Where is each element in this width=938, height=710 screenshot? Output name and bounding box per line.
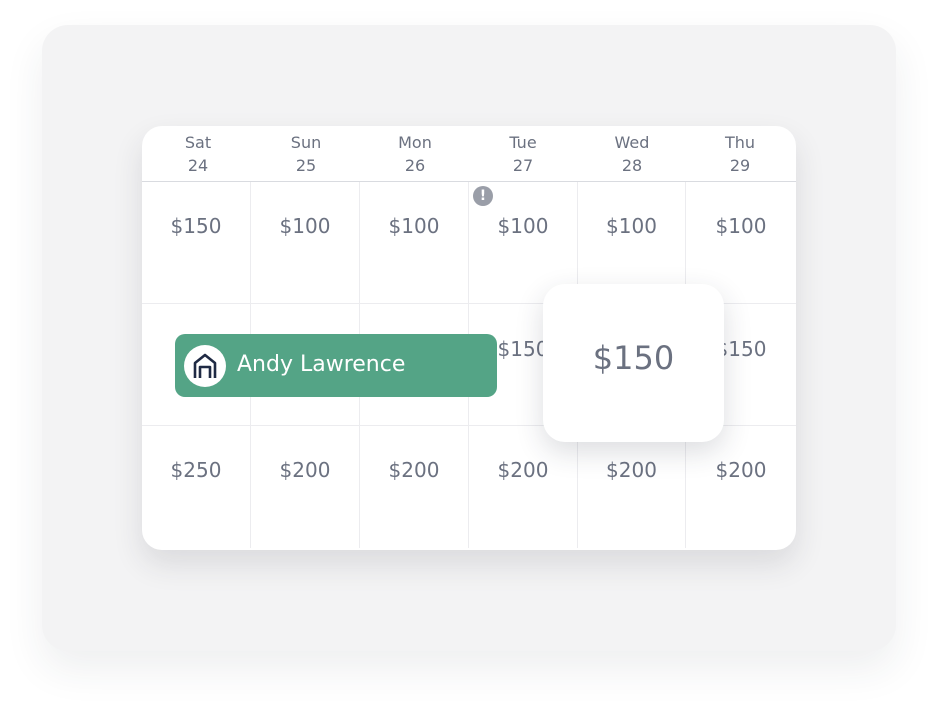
price-cell[interactable]: $200 — [360, 426, 469, 548]
day-date: 24 — [187, 156, 209, 175]
price-cell[interactable]: $200 — [251, 426, 360, 548]
day-header-wed[interactable]: Wed 28 — [578, 131, 686, 177]
calendar-header: Sat 24 Sun 25 Mon 26 Tue 27 Wed 28 Thu 2… — [142, 126, 796, 182]
price-cell[interactable]: $200 — [578, 426, 686, 548]
day-name: Tue — [509, 133, 537, 152]
price-value: $100 — [497, 214, 549, 238]
price-value: $150 — [170, 214, 222, 238]
day-date: 28 — [621, 156, 643, 175]
price-cell[interactable]: $200 — [469, 426, 578, 548]
guest-name: Andy Lawrence — [237, 352, 406, 377]
price-cell[interactable]: $150 — [142, 182, 251, 304]
price-popup[interactable]: $150 — [543, 284, 724, 442]
day-header-sun[interactable]: Sun 25 — [252, 131, 360, 177]
price-value: $250 — [170, 458, 222, 482]
price-value: $200 — [279, 458, 331, 482]
day-name: Mon — [398, 133, 432, 152]
price-cell[interactable]: $100 — [251, 182, 360, 304]
price-cell[interactable]: $250 — [142, 426, 251, 548]
price-value: $100 — [279, 214, 331, 238]
price-value: $200 — [606, 458, 657, 482]
day-header-mon[interactable]: Mon 26 — [361, 131, 469, 177]
house-icon — [193, 353, 217, 378]
price-value: $200 — [715, 458, 767, 482]
day-header-sat[interactable]: Sat 24 — [144, 131, 252, 177]
price-cell[interactable]: $100 — [360, 182, 469, 304]
price-value: $200 — [388, 458, 440, 482]
popup-price: $150 — [592, 339, 675, 377]
booking-bar[interactable]: Andy Lawrence — [175, 334, 497, 397]
price-cell[interactable]: $200 — [686, 426, 796, 548]
exclamation-icon[interactable]: ! — [473, 186, 493, 206]
price-value: $100 — [606, 214, 657, 238]
price-value: $100 — [715, 214, 767, 238]
day-date: 25 — [295, 156, 317, 175]
guest-avatar — [184, 345, 226, 387]
day-name: Thu — [724, 133, 756, 152]
day-date: 29 — [729, 156, 751, 175]
price-value: $200 — [497, 458, 549, 482]
day-name: Sun — [290, 133, 322, 152]
day-name: Sat — [184, 133, 212, 152]
day-name: Wed — [614, 133, 650, 152]
day-date: 26 — [404, 156, 426, 175]
price-value: $100 — [388, 214, 440, 238]
day-header-tue[interactable]: Tue 27 — [469, 131, 577, 177]
day-header-thu[interactable]: Thu 29 — [686, 131, 794, 177]
day-date: 27 — [512, 156, 534, 175]
